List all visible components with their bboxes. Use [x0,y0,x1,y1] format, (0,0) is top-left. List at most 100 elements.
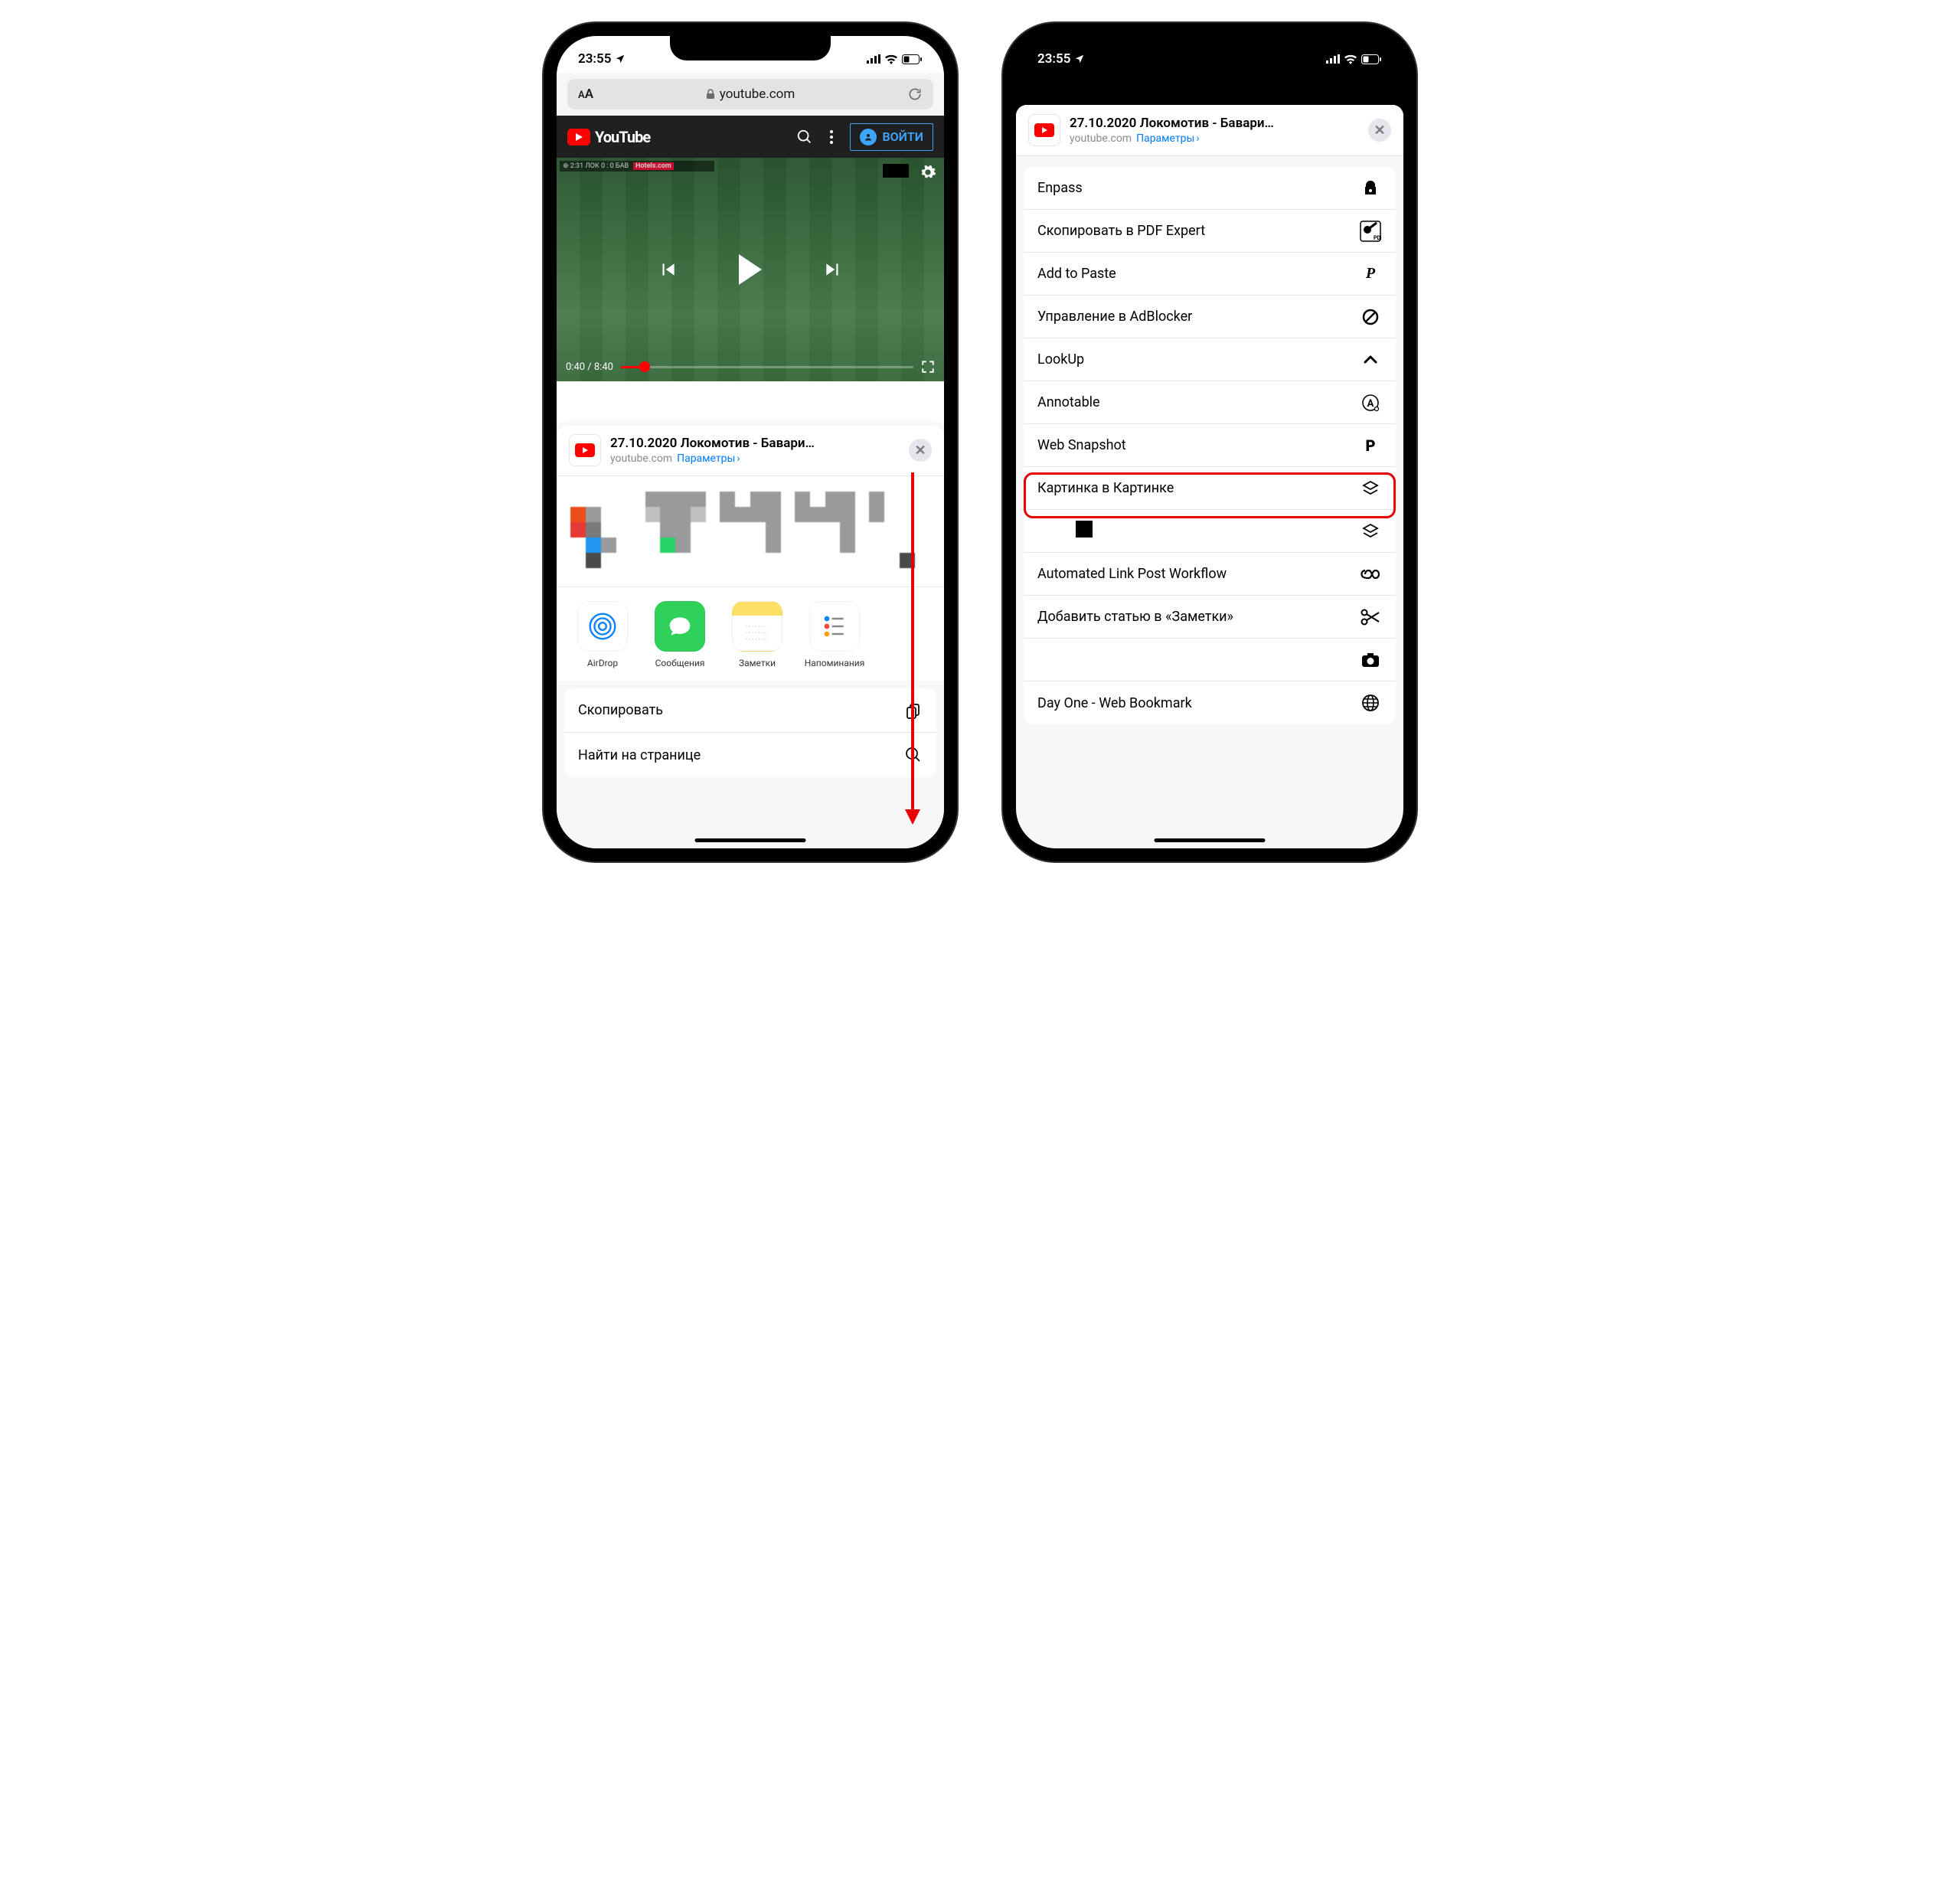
camera-icon [1359,649,1382,672]
paste-p-icon: P [1359,263,1382,286]
share-sheet-header: 27.10.2020 Локомотив - Бавари… youtube.c… [1016,105,1403,156]
text-size-control[interactable]: AA [578,87,593,102]
shortcut-automated-link[interactable]: Automated Link Post Workflow [1024,553,1396,596]
device-notch [670,36,831,60]
shortcut-label: Скопировать в PDF Expert [1037,223,1205,239]
signal-icon [867,54,880,64]
app-label: Сообщения [645,658,715,668]
youtube-logo[interactable]: YouTube [567,128,650,146]
fullscreen-icon[interactable] [921,360,935,374]
shortcut-label: Annotable [1037,394,1100,410]
shortcut-label: LookUp [1037,351,1084,368]
find-on-page-action[interactable]: Найти на странице [564,733,936,777]
gear-icon[interactable] [920,164,936,181]
shortcut-pdf-expert[interactable]: Скопировать в PDF Expert PDF [1024,210,1396,253]
next-track-icon[interactable] [823,260,843,279]
shortcut-label: Добавить статью в «Заметки» [1037,609,1233,625]
infinity-icon [1359,563,1382,586]
previous-track-icon[interactable] [658,260,678,279]
share-sheet: 27.10.2020 Локомотив - Бавари… youtube.c… [557,425,944,848]
search-icon[interactable] [796,129,813,145]
shortcut-annotable[interactable]: Annotable A [1024,381,1396,424]
shortcut-blank-1[interactable] [1024,510,1396,553]
share-contacts-row[interactable] [557,476,944,587]
more-apps[interactable] [877,601,892,668]
status-time: 23:55 [1037,51,1070,67]
video-player[interactable]: ⊕ 2:31 ЛОК 0 : 0 БАВ Hotels.com 0:40 / 8… [557,158,944,381]
enpass-icon [1359,177,1382,200]
shortcut-label: Enpass [1037,180,1083,196]
share-domain: youtube.com [610,452,672,466]
video-time-sep: / [585,361,594,373]
device-notch [1129,36,1290,60]
shortcut-label: Картинка в Картинке [1037,480,1174,496]
globe-icon [1359,691,1382,714]
shortcut-lookup[interactable]: LookUp [1024,338,1396,381]
kebab-menu-icon[interactable] [830,130,833,144]
chevron-up-icon [1359,348,1382,371]
shortcut-list: Enpass Скопировать в PDF Expert PDF Add … [1024,167,1396,724]
svg-text:A: A [1367,398,1374,410]
chevron-right-icon: › [1196,132,1199,145]
url-text: youtube.com [720,87,795,102]
airdrop-button[interactable]: AirDrop [567,601,638,668]
battery-icon [902,54,923,64]
layers-icon [1359,520,1382,543]
youtube-icon [569,434,601,466]
shortcut-camera[interactable] [1024,639,1396,681]
url-field[interactable]: AA youtube.com [567,79,933,109]
notes-icon [732,601,782,652]
shortcut-day-one[interactable]: Day One - Web Bookmark [1024,681,1396,724]
shortcut-picture-in-picture[interactable]: Картинка в Картинке [1024,467,1396,510]
layers-icon [1359,477,1382,500]
shortcut-adblocker[interactable]: Управление в AdBlocker [1024,296,1396,338]
signal-icon [1326,54,1340,64]
block-icon [1359,306,1382,328]
shortcut-enpass[interactable]: Enpass [1024,167,1396,210]
shortcut-label: Add to Paste [1037,266,1116,282]
phone-left: 23:55 AA youtube.com [544,23,957,861]
share-actions-list: Скопировать Найти на странице [564,688,936,777]
app-label: Напоминания [799,658,870,668]
sign-in-label: ВОЙТИ [882,129,923,144]
phone-right: 23:55 27.10.2020 Локомотив - Бавари… you… [1003,23,1416,861]
close-icon[interactable]: ✕ [1368,119,1391,142]
sign-in-button[interactable]: ВОЙТИ [850,123,933,151]
app-label: AirDrop [567,658,638,668]
video-progress[interactable] [621,366,913,368]
home-indicator[interactable] [695,838,806,842]
circle-a-icon: A [1359,391,1382,414]
shortcut-web-snapshot[interactable]: Web Snapshot P [1024,424,1396,467]
close-icon[interactable]: ✕ [909,439,932,462]
shortcut-add-to-paste[interactable]: Add to Paste P [1024,253,1396,296]
youtube-brand-text: YouTube [595,128,650,146]
avatar-icon [860,129,877,145]
battery-icon [1361,54,1382,64]
wifi-icon [1344,54,1357,64]
bold-p-icon: P [1359,434,1382,457]
share-domain: youtube.com [1070,132,1132,145]
youtube-icon [1028,114,1060,146]
share-options-button[interactable]: Параметры› [677,452,740,466]
reminders-button[interactable]: Напоминания [799,601,870,668]
shortcut-add-article-notes[interactable]: Добавить статью в «Заметки» [1024,596,1396,639]
svg-text:PDF: PDF [1374,235,1381,241]
messages-button[interactable]: Сообщения [645,601,715,668]
share-sheet: 27.10.2020 Локомотив - Бавари… youtube.c… [1016,105,1403,848]
app-label: Заметки [722,658,792,668]
status-time: 23:55 [578,51,611,67]
wifi-icon [884,54,898,64]
play-icon[interactable] [739,254,762,285]
share-title: 27.10.2020 Локомотив - Бавари… [1070,115,1368,132]
reminders-icon [809,601,860,652]
chevron-right-icon: › [737,452,740,466]
copy-action[interactable]: Скопировать [564,688,936,733]
video-time-total: 8:40 [594,361,613,373]
scissors-icon [1359,606,1382,629]
safari-address-bar: AA youtube.com [557,73,944,116]
notes-button[interactable]: Заметки [722,601,792,668]
share-options-button[interactable]: Параметры› [1136,132,1200,145]
reload-icon[interactable] [907,87,923,102]
home-indicator[interactable] [1155,838,1266,842]
shortcut-label: Web Snapshot [1037,437,1126,453]
